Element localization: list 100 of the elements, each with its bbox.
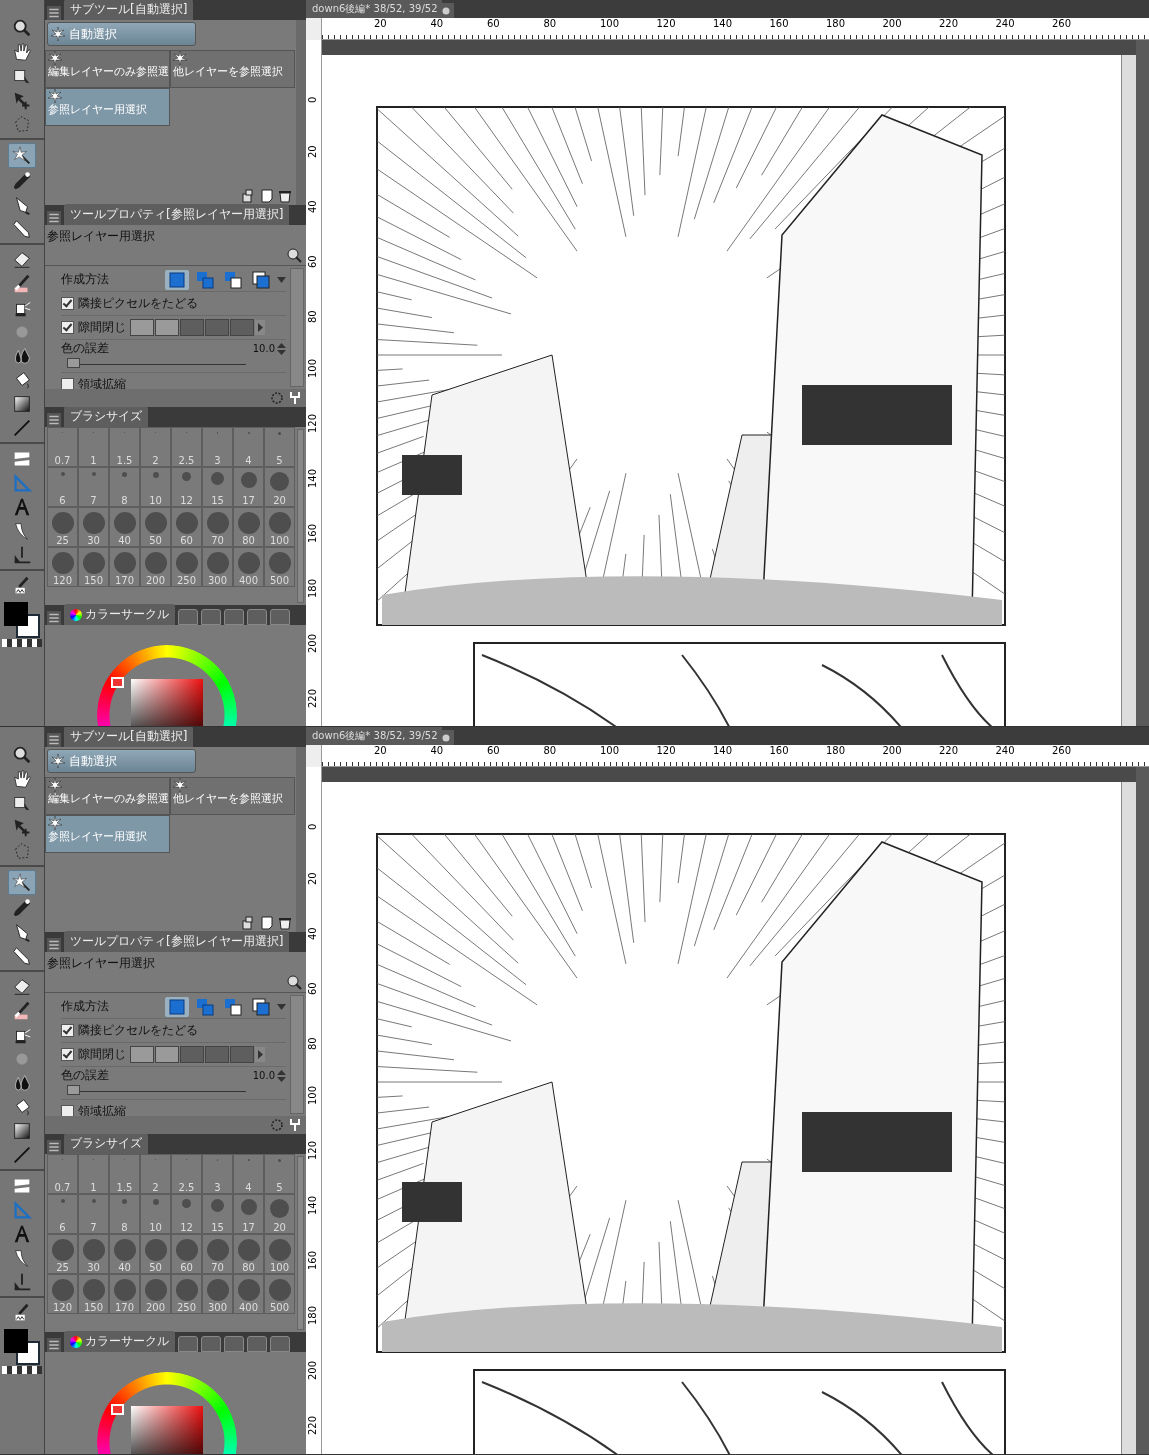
panel-menu-icon[interactable] bbox=[47, 1338, 61, 1352]
color-set-tab-icon[interactable] bbox=[201, 609, 221, 625]
gap-level-step[interactable] bbox=[130, 1046, 154, 1063]
spinner-icon[interactable] bbox=[277, 342, 286, 355]
brush-size-preset[interactable]: 3 bbox=[202, 427, 233, 467]
panel-menu-icon[interactable] bbox=[47, 413, 61, 427]
brush-size-preset[interactable]: 120 bbox=[47, 1274, 78, 1314]
tolerance-value[interactable]: 10.0 bbox=[252, 343, 275, 354]
brush-size-preset[interactable]: 25 bbox=[47, 1234, 78, 1274]
brush-size-preset[interactable]: 6 bbox=[47, 1194, 78, 1234]
gap-level-step[interactable] bbox=[130, 319, 154, 336]
checkbox[interactable] bbox=[61, 321, 74, 334]
dropdown-caret-icon[interactable] bbox=[277, 276, 286, 283]
checkbox[interactable] bbox=[61, 1024, 74, 1037]
brush-size-preset[interactable]: 4 bbox=[233, 427, 264, 467]
brush-size-preset[interactable]: 8 bbox=[109, 1194, 140, 1234]
brush-size-preset[interactable]: 5 bbox=[264, 427, 295, 467]
trash-icon[interactable] bbox=[278, 189, 292, 203]
intermediate-color-tab-icon[interactable] bbox=[224, 1336, 244, 1352]
next-arrow-icon[interactable] bbox=[255, 320, 265, 335]
brush-size-preset[interactable]: 150 bbox=[78, 547, 109, 587]
brush-size-preset[interactable]: 80 bbox=[233, 507, 264, 547]
brush-size-preset[interactable]: 60 bbox=[171, 1234, 202, 1274]
scrollbar[interactable] bbox=[1136, 40, 1149, 726]
transparent-color-swatch[interactable] bbox=[2, 639, 42, 647]
panel-tab[interactable]: ブラシサイズ bbox=[64, 406, 148, 427]
magnifier-icon[interactable] bbox=[286, 247, 302, 263]
approximate-color-tab-icon[interactable] bbox=[247, 609, 267, 625]
approximate-color-tab-icon[interactable] bbox=[247, 1336, 267, 1352]
brush-size-preset[interactable]: 2.5 bbox=[171, 1154, 202, 1194]
magic-wand-icon[interactable] bbox=[8, 143, 36, 168]
tolerance-slider[interactable] bbox=[67, 358, 80, 368]
next-arrow-icon[interactable] bbox=[255, 1047, 265, 1062]
gap-level-step[interactable] bbox=[155, 1046, 179, 1063]
subtool-item[interactable]: 参照レイヤー用選択 bbox=[45, 815, 170, 853]
wrench-icon[interactable] bbox=[288, 391, 302, 405]
brush-size-preset[interactable]: 12 bbox=[171, 467, 202, 507]
panel-tab[interactable]: ツールプロパティ[参照レイヤー用選択] bbox=[64, 931, 290, 952]
hue-marker[interactable] bbox=[111, 1404, 124, 1415]
panel-menu-icon[interactable] bbox=[47, 6, 61, 20]
brush-size-preset[interactable]: 25 bbox=[47, 507, 78, 547]
dropdown-caret-icon[interactable] bbox=[277, 1003, 286, 1010]
subtool-item[interactable]: 編集レイヤーのみ参照選 bbox=[45, 777, 170, 815]
gap-level-step[interactable] bbox=[155, 319, 179, 336]
brush-size-preset[interactable]: 100 bbox=[264, 1234, 295, 1274]
panel-tab[interactable]: サブツール[自動選択] bbox=[64, 727, 194, 747]
main-sub-color-swatch[interactable] bbox=[4, 602, 40, 638]
subtool-item[interactable]: 編集レイヤーのみ参照選 bbox=[45, 50, 170, 88]
brush-size-preset[interactable]: 200 bbox=[140, 1274, 171, 1314]
brush-size-preset[interactable]: 60 bbox=[171, 507, 202, 547]
brush-size-preset[interactable]: 5 bbox=[264, 1154, 295, 1194]
brush-size-preset[interactable]: 100 bbox=[264, 507, 295, 547]
brush-size-preset[interactable]: 20 bbox=[264, 1194, 295, 1234]
panel-tab[interactable]: ツールプロパティ[参照レイヤー用選択] bbox=[64, 204, 290, 225]
brush-size-preset[interactable]: 2.5 bbox=[171, 427, 202, 467]
panel-menu-icon[interactable] bbox=[47, 733, 61, 747]
brush-size-preset[interactable]: 70 bbox=[202, 1234, 233, 1274]
magnifier-icon[interactable] bbox=[286, 974, 302, 990]
brush-size-preset[interactable]: 17 bbox=[233, 1194, 264, 1234]
copy-icon[interactable] bbox=[242, 916, 256, 930]
panel-menu-icon[interactable] bbox=[47, 1140, 61, 1154]
brush-size-preset[interactable]: 400 bbox=[233, 1274, 264, 1314]
document-tab[interactable]: down6後編* 38/52, 39/52 bbox=[306, 727, 442, 745]
magic-wand-icon[interactable] bbox=[8, 870, 36, 895]
trash-icon[interactable] bbox=[278, 916, 292, 930]
brush-size-preset[interactable]: 1 bbox=[78, 1154, 109, 1194]
brush-size-preset[interactable]: 170 bbox=[109, 547, 140, 587]
brush-size-preset[interactable]: 3 bbox=[202, 1154, 233, 1194]
brush-size-preset[interactable]: 80 bbox=[233, 1234, 264, 1274]
subtool-item[interactable]: 他レイヤーを参照選択 bbox=[170, 777, 295, 815]
brush-size-preset[interactable]: 500 bbox=[264, 1274, 295, 1314]
intermediate-color-tab-icon[interactable] bbox=[224, 609, 244, 625]
subtool-item[interactable]: 他レイヤーを参照選択 bbox=[170, 50, 295, 88]
brush-size-preset[interactable]: 15 bbox=[202, 1194, 233, 1234]
brush-size-preset[interactable]: 200 bbox=[140, 547, 171, 587]
panel-menu-icon[interactable] bbox=[47, 211, 61, 225]
selection-mode-icon[interactable] bbox=[249, 269, 273, 290]
document-tab[interactable]: down6後編* 38/52, 39/52 bbox=[306, 0, 442, 18]
brush-size-preset[interactable]: 300 bbox=[202, 547, 233, 587]
panel-tab[interactable]: カラーサークル bbox=[64, 1331, 175, 1352]
brush-size-preset[interactable]: 1.5 bbox=[109, 427, 140, 467]
brush-size-preset[interactable]: 10 bbox=[140, 1194, 171, 1234]
brush-size-preset[interactable]: 70 bbox=[202, 507, 233, 547]
panel-tab[interactable]: ブラシサイズ bbox=[64, 1133, 148, 1154]
copy-icon[interactable] bbox=[242, 189, 256, 203]
scrollbar[interactable] bbox=[290, 995, 304, 1114]
brush-size-preset[interactable]: 4 bbox=[233, 1154, 264, 1194]
checkbox[interactable] bbox=[61, 1048, 74, 1061]
brush-size-preset[interactable]: 150 bbox=[78, 1274, 109, 1314]
panel-menu-icon[interactable] bbox=[47, 938, 61, 952]
checkbox[interactable] bbox=[61, 1105, 74, 1116]
brush-size-preset[interactable]: 6 bbox=[47, 467, 78, 507]
brush-size-preset[interactable]: 400 bbox=[233, 547, 264, 587]
brush-size-preset[interactable]: 10 bbox=[140, 467, 171, 507]
brush-size-preset[interactable]: 1.5 bbox=[109, 1154, 140, 1194]
brush-size-preset[interactable]: 50 bbox=[140, 507, 171, 547]
brush-size-preset[interactable]: 20 bbox=[264, 467, 295, 507]
color-slider-tab-icon[interactable] bbox=[178, 1336, 198, 1352]
panel-menu-icon[interactable] bbox=[47, 611, 61, 625]
brush-size-preset[interactable]: 30 bbox=[78, 507, 109, 547]
